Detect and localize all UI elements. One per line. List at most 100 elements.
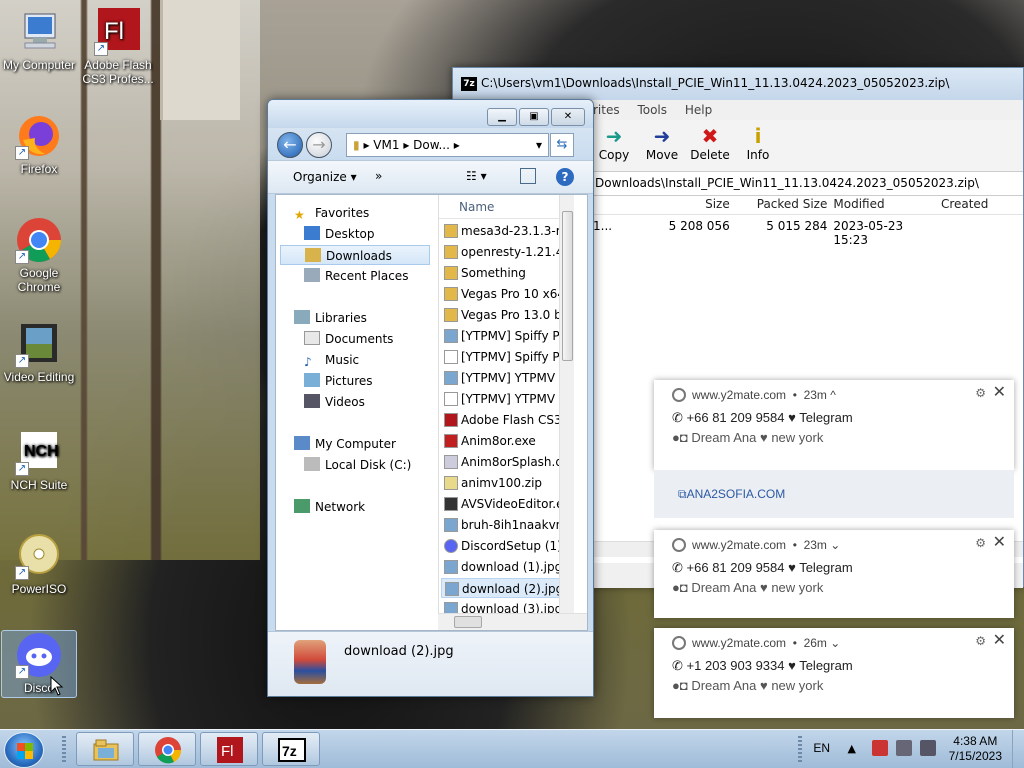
desktop-icon-adobe-flash[interactable]: Fl ↗ Adobe Flash CS3 Profes... [80, 8, 156, 86]
scrollbar-thumb[interactable] [562, 211, 573, 361]
desktop-icon-firefox[interactable]: ↗ Firefox [1, 112, 77, 176]
horizontal-scrollbar[interactable] [438, 613, 587, 630]
nav-libraries[interactable]: Libraries [294, 308, 367, 328]
nav-my-computer[interactable]: My Computer [294, 434, 396, 454]
show-desktop-button[interactable] [1012, 730, 1024, 768]
taskbar-adobe-flash[interactable]: Fl [200, 732, 258, 766]
back-button[interactable]: ← [277, 132, 303, 158]
notification-card[interactable]: www.y2mate.com • 26m ⌄ ⚙ ✕ ✆ +1 203 903 933… [654, 628, 1014, 718]
file-list-item[interactable]: AVSVideoEditor.ex [441, 494, 574, 514]
network-tray-icon[interactable] [896, 740, 912, 756]
notification-card[interactable]: www.y2mate.com • 23m ^ ⚙ ✕ ✆ +66 81 209 958… [654, 380, 1014, 470]
change-view-button[interactable]: ☷ ▾ [466, 169, 487, 183]
file-list-item[interactable]: bruh-8ih1naakvnb [441, 515, 574, 535]
close-icon[interactable]: ✕ [993, 532, 1006, 552]
minimize-button[interactable]: ▁ [487, 108, 517, 126]
file-list-item[interactable]: openresty-1.21.4.2 [441, 242, 574, 262]
column-size[interactable]: Size [661, 197, 730, 214]
move-button[interactable]: ➜ Move [641, 120, 683, 171]
organize-button[interactable]: Organize ▾ [293, 170, 357, 184]
scrollbar-thumb[interactable] [454, 616, 482, 628]
file-list-item[interactable]: Vegas Pro 13.0 bui [441, 305, 574, 325]
breadcrumb-downloads[interactable]: Dow... [413, 138, 450, 152]
close-icon[interactable]: ✕ [993, 630, 1006, 650]
chevron-down-icon[interactable]: ▾ [536, 134, 542, 156]
column-packed-size[interactable]: Packed Size [730, 197, 828, 214]
file-list-item[interactable]: [YTPMV] YTPMV L [441, 368, 574, 388]
language-indicator[interactable]: EN [813, 741, 830, 755]
volume-muted-icon[interactable] [920, 740, 936, 756]
notification-card[interactable]: www.y2mate.com • 23m ⌄ ⚙ ✕ ✆ +66 81 209 958… [654, 530, 1014, 618]
gear-icon[interactable]: ⚙ [975, 386, 986, 400]
clock[interactable]: 4:38 AM 7/15/2023 [949, 734, 1002, 764]
file-list-item[interactable]: download (2).jpg [441, 578, 574, 598]
start-button[interactable] [4, 732, 44, 768]
desktop-icon-video-editing[interactable]: ↗ Video Editing [1, 320, 77, 384]
nav-local-disk[interactable]: Local Disk (C:) [304, 455, 411, 475]
file-list-item[interactable]: [YTPMV] Spiffy Pic [441, 326, 574, 346]
column-name[interactable] [593, 197, 661, 214]
close-button[interactable]: ✕ [551, 108, 585, 126]
more-commands-button[interactable]: » [375, 169, 382, 183]
desktop-icon-discord[interactable]: ↗ Disco [1, 630, 77, 698]
vertical-scrollbar[interactable] [559, 195, 574, 615]
notification-link[interactable]: ⧉ANA2SOFIA.COM [654, 470, 1014, 518]
show-hidden-icons-button[interactable]: ▲ [848, 742, 856, 755]
file-list-item[interactable]: Vegas Pro 10 x64 C [441, 284, 574, 304]
column-created[interactable]: Created [935, 197, 1023, 214]
copy-button[interactable]: ➜ Copy [593, 120, 635, 171]
desktop-icon-my-computer[interactable]: My Computer [1, 8, 77, 72]
file-list-item[interactable]: DiscordSetup (1).e [441, 536, 574, 556]
computer-icon [294, 436, 310, 450]
table-row[interactable]: 1... 5 208 056 5 015 284 2023-05-23 15:2… [593, 219, 1023, 247]
nav-network[interactable]: Network [294, 497, 365, 517]
file-list-item[interactable]: Anim8orSplash.dll [441, 452, 574, 472]
breadcrumb-vm1[interactable]: VM1 [373, 138, 399, 152]
help-button[interactable]: ? [556, 168, 574, 186]
desktop-icon-poweriso[interactable]: ↗ PowerISO [1, 532, 77, 596]
forward-button[interactable]: → [306, 132, 332, 158]
refresh-button[interactable]: ⇆ [550, 133, 574, 157]
desktop-icon-chrome[interactable]: ↗ Google Chrome [1, 216, 77, 294]
expand-toggle[interactable]: ⌄ [830, 636, 840, 650]
gear-icon[interactable]: ⚙ [975, 634, 986, 648]
file-list-item[interactable]: [YTPMV] Spiffy Pic [441, 347, 574, 367]
explorer-window[interactable]: ▁ ▣ ✕ ← → ▮ ▸ VM1 ▸ Dow... ▸ ▾ ⇆ Organiz… [267, 99, 594, 697]
action-center-icon[interactable] [872, 740, 888, 756]
menu-help[interactable]: Help [685, 103, 712, 117]
file-list-item[interactable]: Anim8or.exe [441, 431, 574, 451]
file-list-item[interactable]: Adobe Flash CS3 S [441, 410, 574, 430]
expand-toggle[interactable]: ⌄ [830, 538, 840, 552]
nav-recent-places[interactable]: Recent Places [304, 266, 408, 286]
nav-music[interactable]: ♪ Music [304, 350, 359, 370]
nav-desktop[interactable]: Desktop [304, 224, 375, 244]
taskbar-7zip[interactable]: 7z [262, 732, 320, 766]
close-icon[interactable]: ✕ [993, 382, 1006, 402]
nav-videos[interactable]: Videos [304, 392, 365, 412]
delete-button[interactable]: ✖ Delete [689, 120, 731, 171]
explorer-titlebar[interactable]: ▁ ▣ ✕ [268, 100, 593, 128]
menu-tools[interactable]: Tools [637, 103, 667, 117]
maximize-button[interactable]: ▣ [519, 108, 549, 126]
file-list-item[interactable]: mesa3d-23.1.3-rele [441, 221, 574, 241]
breadcrumb[interactable]: ▮ ▸ VM1 ▸ Dow... ▸ ▾ [346, 133, 549, 157]
file-list-item[interactable]: [YTPMV] YTPMV L [441, 389, 574, 409]
sevenzip-titlebar[interactable]: 7z C:\Users\vm1\Downloads\Install_PCIE_Wi… [453, 68, 1023, 100]
nav-downloads[interactable]: Downloads [280, 245, 430, 265]
column-name-header[interactable]: Name [439, 195, 574, 219]
file-list-item[interactable]: download (1).jpg [441, 557, 574, 577]
info-button[interactable]: i Info [737, 120, 779, 171]
taskbar-chrome[interactable] [138, 732, 196, 766]
nav-favorites[interactable]: ★ Favorites [294, 203, 369, 223]
preview-pane-button[interactable] [520, 168, 536, 184]
file-list-item[interactable]: animv100.zip [441, 473, 574, 493]
menu-favorites[interactable]: rites [593, 103, 620, 117]
expand-toggle[interactable]: ^ [830, 388, 836, 402]
column-modified[interactable]: Modified [827, 197, 935, 214]
file-list-item[interactable]: Something [441, 263, 574, 283]
nav-documents[interactable]: Documents [304, 329, 393, 349]
nav-pictures[interactable]: Pictures [304, 371, 373, 391]
gear-icon[interactable]: ⚙ [975, 536, 986, 550]
taskbar-explorer[interactable] [76, 732, 134, 766]
desktop-icon-nch-suite[interactable]: NCH ↗ NCH Suite [1, 428, 77, 492]
